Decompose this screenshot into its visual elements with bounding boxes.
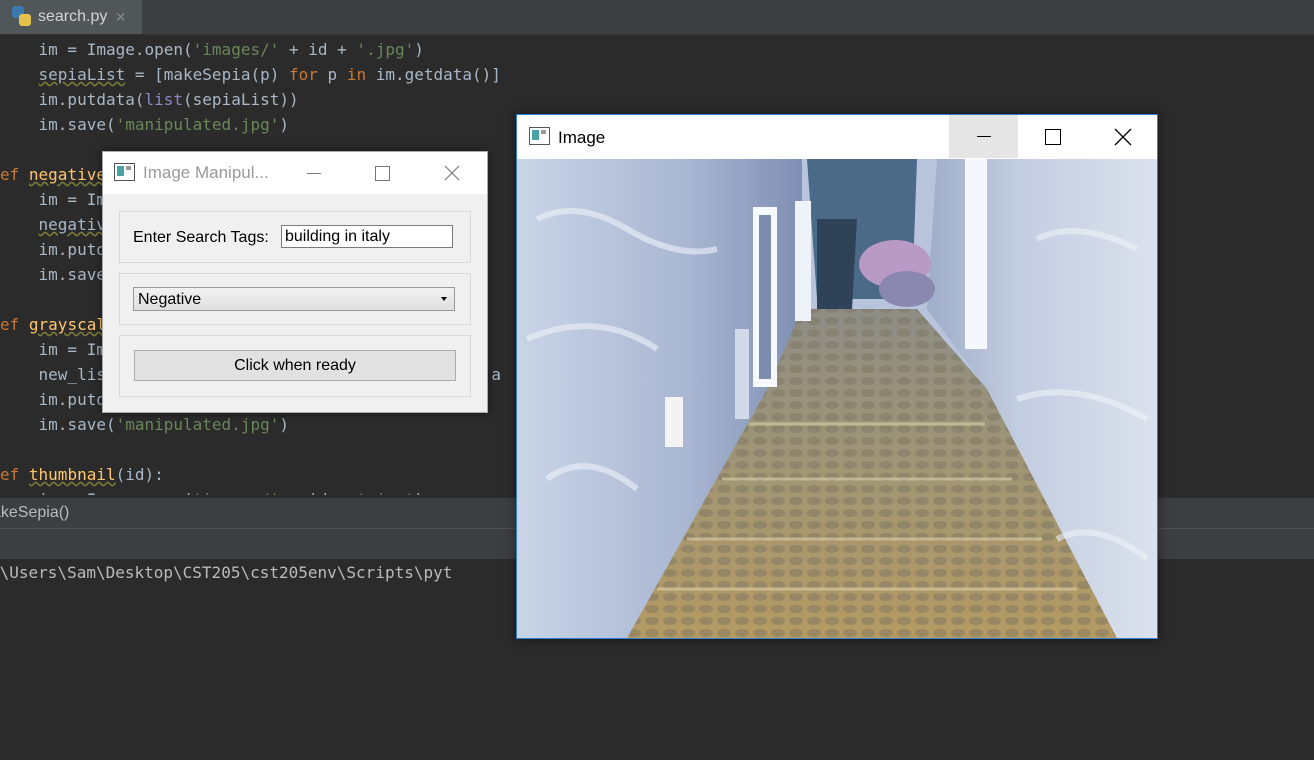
minimize-button[interactable]: [949, 115, 1018, 158]
manipulated-photo: [517, 159, 1157, 638]
tab-close-icon[interactable]: ×: [115, 7, 126, 28]
console-output: :\Users\Sam\Desktop\CST205\cst205env\Scr…: [0, 563, 453, 582]
filter-select[interactable]: Negative: [133, 287, 455, 311]
minimize-icon: [307, 172, 321, 174]
dialog-titlebar[interactable]: Image Manipul...: [103, 152, 487, 194]
tab-search-py[interactable]: search.py ×: [0, 0, 142, 34]
python-file-icon: [12, 6, 32, 28]
minimize-button[interactable]: [279, 152, 349, 194]
tab-label: search.py: [38, 8, 108, 25]
search-label: Enter Search Tags:: [133, 229, 269, 246]
editor-tab-bar: search.py ×: [0, 0, 1314, 35]
close-button[interactable]: [1088, 115, 1157, 158]
close-button[interactable]: [417, 152, 487, 194]
submit-button[interactable]: Click when ready: [134, 350, 456, 381]
filter-selected-value: Negative: [138, 291, 202, 308]
maximize-icon: [1045, 128, 1061, 145]
image-window-title: Image: [558, 128, 606, 147]
dropdown-caret-icon: [441, 297, 447, 301]
breadcrumb-label: akeSepia(): [0, 504, 70, 521]
search-group: Enter Search Tags:: [119, 211, 471, 263]
alley-stairs-image: [517, 159, 1157, 638]
submit-group: Click when ready: [119, 335, 471, 397]
app-icon: [529, 127, 550, 145]
filter-group: Negative: [119, 273, 471, 325]
image-manipulator-window: Image Manipul... Enter Search Tags: Nega…: [102, 151, 488, 413]
image-window-titlebar[interactable]: Image: [517, 115, 1157, 159]
maximize-button[interactable]: [1018, 115, 1088, 158]
close-icon: [1114, 128, 1131, 145]
dialog-title: Image Manipul...: [143, 163, 269, 182]
maximize-icon: [374, 165, 390, 181]
search-input[interactable]: [281, 225, 453, 248]
minimize-icon: [976, 136, 991, 137]
close-icon: [444, 165, 460, 181]
app-icon: [114, 163, 135, 181]
maximize-button[interactable]: [347, 152, 417, 194]
image-window: Image: [516, 114, 1158, 639]
